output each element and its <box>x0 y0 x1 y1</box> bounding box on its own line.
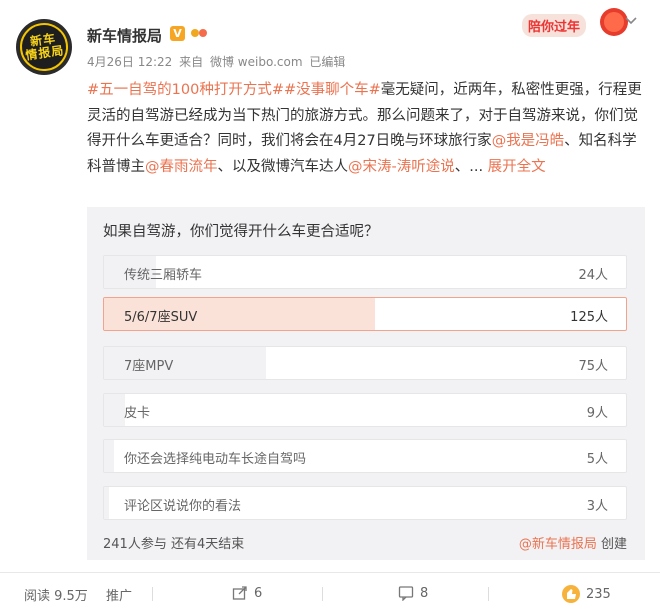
poll-title: 如果自驾游，你们觉得开什么车更合适呢？ <box>103 224 379 240</box>
poll-option[interactable]: 传统三厢轿车 24人 <box>103 255 627 289</box>
comment-count: 8 <box>420 585 429 601</box>
expand-full-text-link[interactable]: 展开全文 <box>488 159 546 175</box>
poll-option-count: 3人 <box>586 499 608 514</box>
read-count: 阅读 9.5万 <box>24 589 88 604</box>
post-text-4: 、... <box>454 158 484 175</box>
poll-option-count: 24人 <box>578 268 608 283</box>
avatar-text-line2: 情报局 <box>24 43 66 63</box>
poll-option-count: 9人 <box>586 406 608 421</box>
post-source[interactable]: 微博 weibo.com <box>210 55 303 69</box>
poll-option-fill <box>104 394 125 426</box>
comment-button[interactable]: 8 <box>398 585 428 601</box>
comment-icon <box>398 586 414 601</box>
poll-option[interactable]: 7座MPV 75人 <box>103 346 627 380</box>
avatar-logo: 新车 情报局 <box>16 19 72 75</box>
promote-button[interactable]: 推广 <box>106 585 132 604</box>
divider <box>322 587 323 601</box>
poll-footer: 241人参与 还有4天结束 <box>103 537 245 552</box>
poll-option-label: 5/6/7座SUV <box>124 310 198 325</box>
action-bar: 阅读 9.5万 推广 6 8 235 <box>0 573 660 615</box>
edited-label[interactable]: 已编辑 <box>309 55 345 69</box>
poll-option-label: 你还会选择纯电动车长途自驾吗 <box>124 452 307 467</box>
post-date[interactable]: 4月26日 12:22 <box>87 55 172 69</box>
poll-option[interactable]: 你还会选择纯电动车长途自驾吗 5人 <box>103 439 627 473</box>
poll-option[interactable]: 5/6/7座SUV 125人 <box>103 297 627 331</box>
topic-tag-2[interactable]: #没事聊个车# <box>284 82 381 98</box>
poll-option[interactable]: 皮卡 9人 <box>103 393 627 427</box>
post-header: 新车 情报局 新车情报局 V 4月26日 12:22 来自 微博 weibo.c… <box>0 0 660 80</box>
avatar[interactable]: 新车 情报局 <box>16 19 72 75</box>
poll-option-count: 5人 <box>586 452 608 467</box>
share-count: 6 <box>254 585 263 601</box>
share-button[interactable]: 6 <box>232 585 262 601</box>
post-meta: 4月26日 12:22 来自 微博 weibo.com 已编辑 <box>87 53 348 70</box>
festival-decoration: 陪你过年 <box>490 4 650 40</box>
chevron-down-icon[interactable] <box>624 14 638 30</box>
topic-tag-1[interactable]: #五一自驾的100种打开方式# <box>87 82 284 98</box>
verified-icon: V <box>170 26 185 41</box>
poll-card: 如果自驾游，你们觉得开什么车更合适呢？ 传统三厢轿车 24人 5/6/7座SUV 12… <box>87 207 645 560</box>
poll-option-label: 7座MPV <box>124 359 174 374</box>
mention-1[interactable]: @我是冯皓 <box>492 133 565 149</box>
poll-option-count: 125人 <box>570 310 608 325</box>
source-prefix: 来自 <box>179 55 204 69</box>
poll-creator: @新车情报局 创建 <box>519 533 627 552</box>
post-text: #五一自驾的100种打开方式##没事聊个车#毫无疑问，近两年，私密性更强，行程更… <box>87 78 643 180</box>
poll-option-fill <box>104 440 115 472</box>
poll-option-fill <box>104 487 110 519</box>
poll-option-label: 皮卡 <box>124 406 151 421</box>
fan-badge-icon <box>190 25 208 45</box>
like-button[interactable]: 235 <box>562 585 611 603</box>
share-icon <box>232 586 247 600</box>
poll-creator-link[interactable]: @新车情报局 <box>519 537 597 552</box>
author-name[interactable]: 新车情报局 <box>87 25 162 46</box>
poll-option-label: 传统三厢轿车 <box>124 268 203 283</box>
poll-creator-suffix: 创建 <box>596 537 627 552</box>
poll-option-label: 评论区说说你的看法 <box>124 499 242 514</box>
poll-option[interactable]: 评论区说说你的看法 3人 <box>103 486 627 520</box>
poll-option-count: 75人 <box>578 359 608 374</box>
mention-3[interactable]: @宋涛-涛听途说 <box>348 159 455 175</box>
festival-badge: 陪你过年 <box>522 14 587 37</box>
like-icon <box>562 585 580 603</box>
divider <box>488 587 489 601</box>
mention-2[interactable]: @春雨流年 <box>145 159 218 175</box>
divider <box>152 587 153 601</box>
like-count: 235 <box>586 586 611 602</box>
post-text-3: 、以及微博汽车达人 <box>217 158 349 175</box>
